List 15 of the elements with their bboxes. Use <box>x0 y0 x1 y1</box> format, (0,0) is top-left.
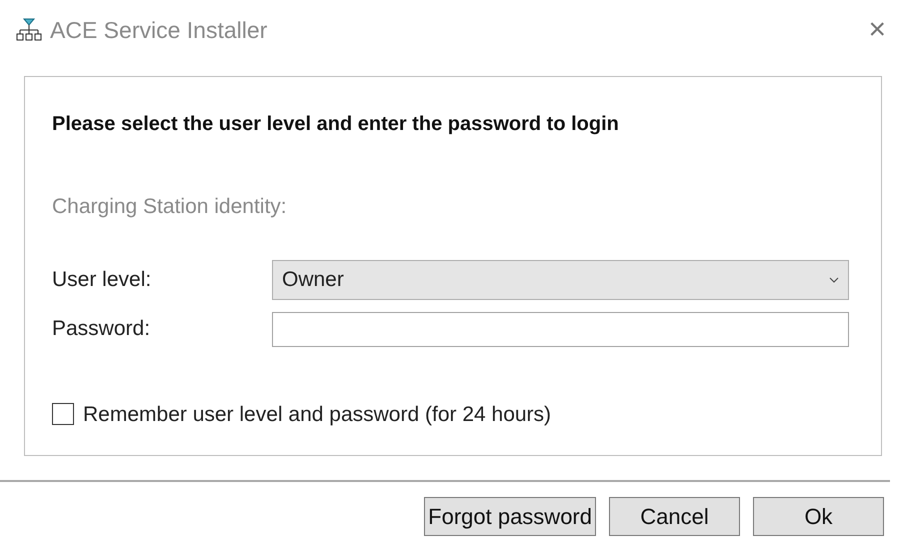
identity-label: Charging Station identity: <box>52 194 288 220</box>
remember-checkbox[interactable] <box>52 403 74 426</box>
dialog-button[interactable]: Ok <box>753 497 884 536</box>
heading: Please select the user level and enter the password to login <box>52 112 620 137</box>
password-label: Password: <box>52 316 152 342</box>
close-button[interactable]: × <box>868 15 886 45</box>
chevron-down-icon <box>829 276 839 282</box>
password-field[interactable] <box>272 312 849 346</box>
network-icon <box>16 18 42 42</box>
dialog-button[interactable]: Forgot password <box>424 497 596 536</box>
dialog-button[interactable]: Cancel <box>609 497 740 536</box>
window-title: ACE Service Installer <box>50 16 268 45</box>
user-level-label: User level: <box>52 266 152 293</box>
user-level-dropdown[interactable]: Owner <box>272 260 849 300</box>
remember-label: Remember user level and password (for 24 hours) <box>83 402 552 428</box>
